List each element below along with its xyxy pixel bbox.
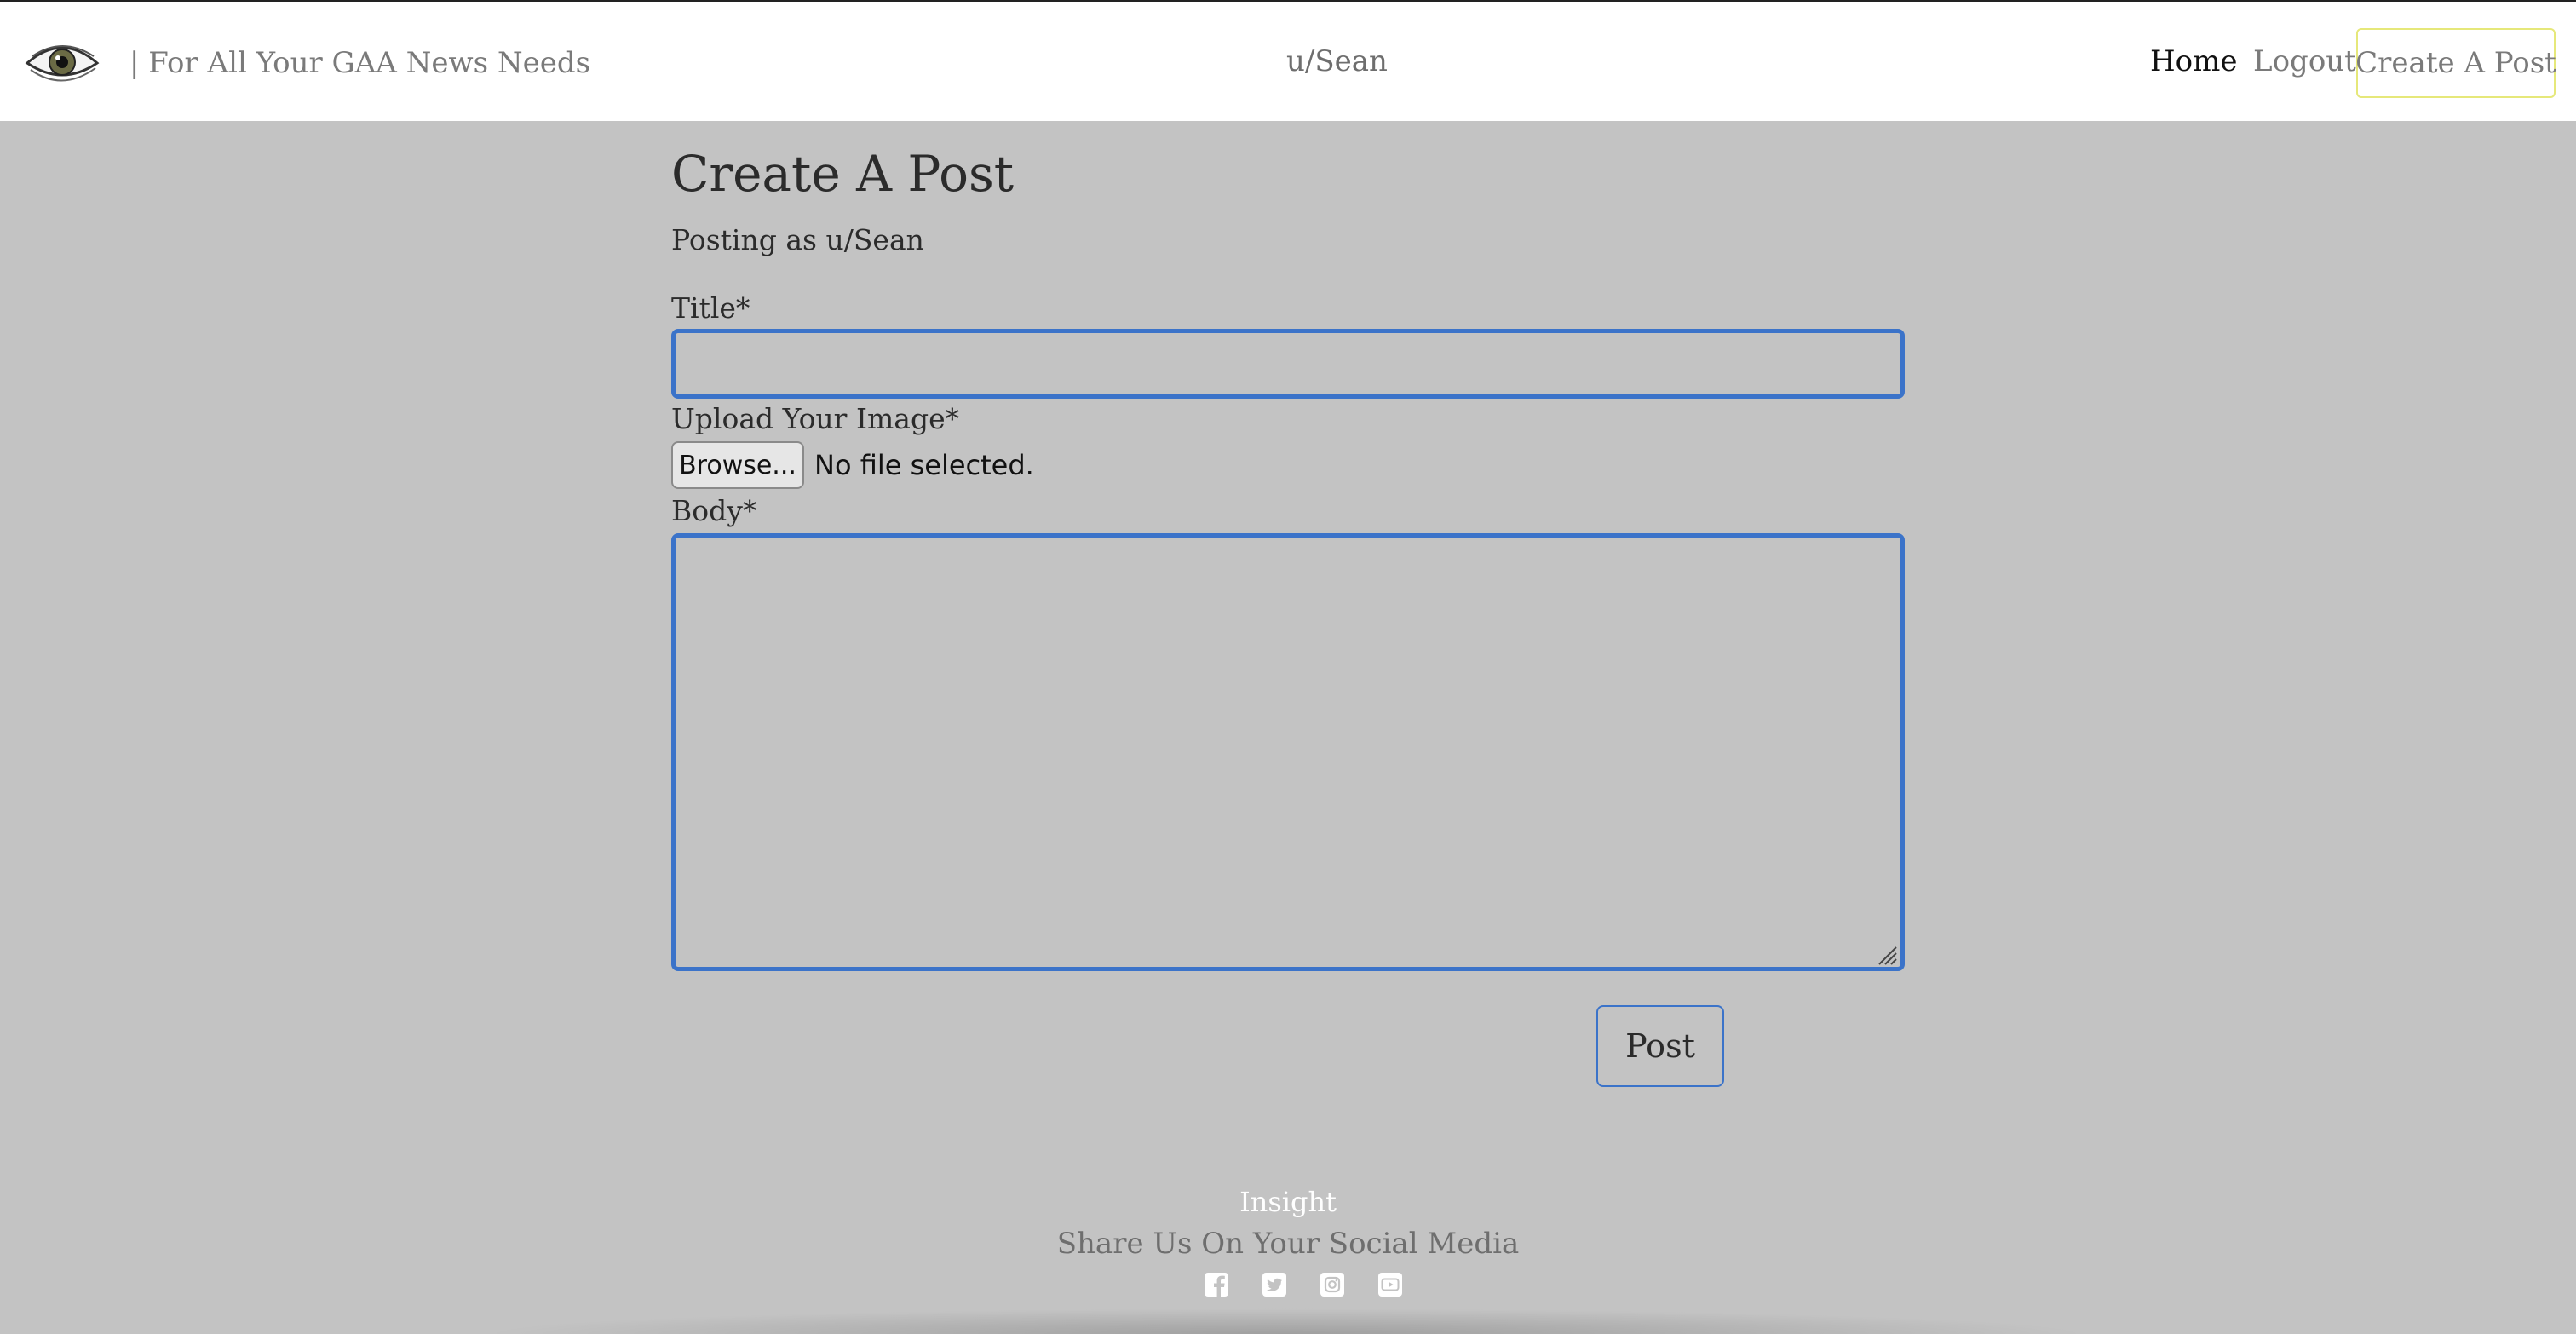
footer-share-text: Share Us On Your Social Media [1056,1227,1520,1261]
browse-button[interactable]: Browse... [671,441,804,489]
footer-shadow [477,1308,2096,1334]
current-username: u/Sean [1286,44,1388,78]
body-textarea[interactable] [671,533,1905,971]
title-input[interactable] [671,329,1905,399]
social-links [1201,1271,1406,1300]
nav-logout-link[interactable]: Logout [2253,44,2356,78]
eye-icon[interactable] [24,36,101,89]
youtube-icon[interactable] [1377,1271,1404,1298]
body-label: Body* [671,494,757,527]
file-upload-field: Browse... No file selected. [671,441,1034,489]
create-post-form: Create A Post Posting as u/Sean Title* U… [671,145,1905,1087]
page: | For All Your GAA News Needs u/Sean Hom… [0,0,2576,1334]
resize-grip-icon[interactable] [1876,944,1898,966]
post-submit-button[interactable]: Post [1596,1005,1724,1087]
navbar: | For All Your GAA News Needs u/Sean Hom… [0,0,2576,121]
footer-brand: Insight [1239,1186,1337,1218]
twitter-icon[interactable] [1261,1271,1288,1298]
title-label: Title* [671,291,750,325]
page-title: Create A Post [671,145,1015,203]
site-tagline: | For All Your GAA News Needs [129,46,591,80]
instagram-icon[interactable] [1319,1271,1346,1298]
nav-home-link[interactable]: Home [2150,44,2237,78]
file-status-text: No file selected. [814,449,1034,481]
image-upload-label: Upload Your Image* [671,402,960,435]
posting-as-text: Posting as u/Sean [671,223,924,256]
nav-create-post-button[interactable]: Create A Post [2355,28,2556,98]
facebook-icon[interactable] [1203,1271,1230,1298]
